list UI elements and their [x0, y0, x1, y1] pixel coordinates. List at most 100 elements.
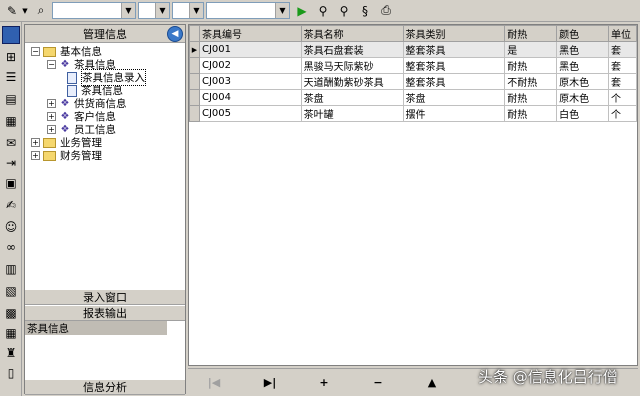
last-record-button[interactable]: ▶|	[260, 375, 280, 389]
network-icon[interactable]: ⊞	[2, 48, 20, 66]
expand-icon[interactable]: +	[47, 125, 56, 134]
replace-icon[interactable]: §	[356, 2, 374, 20]
pencil-icon[interactable]: ✎	[3, 2, 21, 20]
first-record-button[interactable]: |◀	[204, 375, 224, 389]
table-row[interactable]: ▶ CJ001 茶具石盘套装 整套茶具是黑色套	[189, 41, 637, 58]
table-cell[interactable]: 茶盘	[300, 89, 404, 106]
table-cell[interactable]: 黑色	[556, 57, 610, 74]
table-cell[interactable]: 个	[608, 105, 637, 122]
table-row[interactable]: CJ005 茶叶罐 摆件 耐热 白色个	[189, 105, 637, 122]
report-output-section[interactable]: 报表输出	[25, 305, 185, 321]
window-icon[interactable]	[2, 26, 20, 44]
print-icon[interactable]: ⎙	[377, 2, 395, 20]
glasses-icon[interactable]: ∞	[2, 238, 20, 256]
edit-icon[interactable]: ✍	[2, 196, 20, 214]
column-header[interactable]: 单位	[608, 25, 637, 42]
chevron-down-icon[interactable]: ▼	[155, 3, 169, 18]
chart-icon[interactable]: ▦	[2, 112, 20, 130]
table-cell[interactable]: 原木色	[556, 73, 610, 90]
table-cell[interactable]: 白色	[556, 105, 610, 122]
table-cell[interactable]: 黑骏马天际紫砂	[300, 57, 404, 74]
table-cell[interactable]: 不耐热	[504, 73, 558, 90]
column-header[interactable]: 茶具名称	[300, 25, 404, 42]
table-cell[interactable]: CJ004	[198, 89, 302, 106]
export-icon[interactable]: ⇥	[2, 154, 20, 172]
table-cell[interactable]: 黑色	[556, 41, 610, 58]
expand-icon[interactable]: +	[47, 99, 56, 108]
expand-icon[interactable]: +	[31, 138, 40, 147]
table-cell[interactable]: CJ002	[198, 57, 302, 74]
row-marker[interactable]	[189, 57, 200, 74]
selected-list-item[interactable]: 茶具信息	[25, 321, 167, 335]
table-cell[interactable]: 原木色	[556, 89, 610, 106]
table-cell[interactable]: 个	[608, 89, 637, 106]
row-marker[interactable]	[189, 105, 200, 122]
table-cell[interactable]: 是	[504, 41, 558, 58]
chevron-down-icon[interactable]: ▼	[275, 3, 289, 18]
table-cell[interactable]: 整套茶具	[402, 41, 506, 58]
column-header[interactable]: 茶具编号	[198, 25, 302, 42]
table-cell[interactable]: 天道酬勤紫砂茶具	[300, 73, 404, 90]
collapse-panel-icon[interactable]: ◀	[167, 26, 183, 42]
column-header[interactable]: 颜色	[556, 25, 610, 42]
search-icon[interactable]: ⌕	[32, 2, 50, 20]
chevron-down-icon[interactable]: ▼	[189, 3, 203, 18]
filter-operator-combo[interactable]: ▼	[138, 2, 170, 19]
filter-condition-combo[interactable]: ▼	[172, 2, 204, 19]
document-icon[interactable]: ▤	[2, 90, 20, 108]
envelope-icon[interactable]: ✉	[2, 134, 20, 152]
panel-header: 管理信息 ◀	[25, 25, 185, 43]
table-cell[interactable]: 茶具石盘套装	[300, 41, 404, 58]
tree-node[interactable]: + 财务管理	[31, 149, 102, 162]
table-cell[interactable]: 套	[608, 41, 637, 58]
expand-icon[interactable]: +	[47, 112, 56, 121]
column-header[interactable]: 茶具类别	[402, 25, 506, 42]
add-record-button[interactable]: +	[314, 375, 334, 389]
table-icon[interactable]: ▥	[2, 260, 20, 278]
binoculars-next-icon[interactable]: ⚲	[335, 2, 353, 20]
row-marker-header	[189, 25, 200, 42]
info-analysis-section[interactable]: 信息分析	[25, 379, 185, 395]
column-header[interactable]: 耐热	[504, 25, 558, 42]
expand-icon[interactable]: +	[31, 151, 40, 160]
row-marker[interactable]	[189, 73, 200, 90]
blocks-icon[interactable]: ▦	[2, 324, 20, 342]
dropdown-arrow-icon[interactable]: ▼	[21, 2, 29, 20]
row-marker[interactable]	[189, 89, 200, 106]
table-row[interactable]: CJ002 黑骏马天际紫砂 整套茶具 耐热 黑色套	[189, 57, 637, 74]
collapse-icon[interactable]: −	[31, 47, 40, 56]
table-cell[interactable]: 套	[608, 57, 637, 74]
collapse-icon[interactable]: −	[47, 60, 56, 69]
table-cell[interactable]: 耐热	[504, 57, 558, 74]
table-cell[interactable]: 茶叶罐	[300, 105, 404, 122]
calculator-icon[interactable]: ▩	[2, 304, 20, 322]
delete-record-button[interactable]: −	[368, 375, 388, 389]
table-cell[interactable]: 整套茶具	[402, 73, 506, 90]
edit-record-button[interactable]: ▲	[422, 375, 442, 389]
table-cell[interactable]: 整套茶具	[402, 57, 506, 74]
report-icon[interactable]: ▧	[2, 282, 20, 300]
folder-icon	[43, 46, 56, 57]
table-cell[interactable]: 耐热	[504, 89, 558, 106]
filter-field-combo[interactable]: ▼	[52, 2, 136, 19]
grid-icon[interactable]: ▣	[2, 174, 20, 192]
table-cell[interactable]: CJ001	[198, 41, 302, 58]
table-cell[interactable]: CJ003	[198, 73, 302, 90]
filter-value-combo[interactable]: ▼	[206, 2, 290, 19]
play-icon[interactable]: ▶	[293, 2, 311, 20]
table-row[interactable]: CJ003 天道酬勤紫砂茶具 整套茶具 不耐热 原木色套	[189, 73, 637, 90]
table-row[interactable]: CJ004 茶盘 茶盘 耐热 原木色个	[189, 89, 637, 106]
chevron-down-icon[interactable]: ▼	[121, 3, 135, 18]
table-cell[interactable]: 摆件	[402, 105, 506, 122]
table-cell[interactable]: 耐热	[504, 105, 558, 122]
users-icon[interactable]: ☺	[2, 218, 20, 236]
table-cell[interactable]: 套	[608, 73, 637, 90]
binoculars-icon[interactable]: ⚲	[314, 2, 332, 20]
current-row-indicator-icon[interactable]: ▶	[189, 41, 200, 58]
table-cell[interactable]: CJ005	[198, 105, 302, 122]
list-icon[interactable]: ☰	[2, 68, 20, 86]
table-cell[interactable]: 茶盘	[402, 89, 506, 106]
trash-icon[interactable]: ▯	[2, 364, 20, 382]
input-window-section[interactable]: 录入窗口	[25, 289, 185, 305]
chess-icon[interactable]: ♜	[2, 344, 20, 362]
